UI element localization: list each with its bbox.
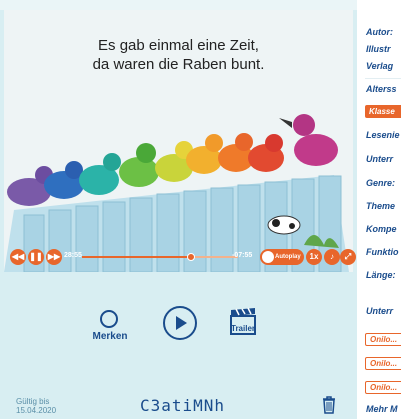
caption-line-2: da waren die Raben bunt. bbox=[92, 56, 265, 73]
book-card: Es gab einmal eine Zeit, da waren die Ra… bbox=[0, 0, 357, 419]
speed-button[interactable]: 1x bbox=[306, 249, 322, 265]
detail-publisher: Verlag bbox=[366, 61, 394, 71]
detail-age: Alterss bbox=[366, 84, 397, 94]
trash-button[interactable] bbox=[322, 396, 336, 414]
detail-author: Autor: bbox=[366, 27, 393, 37]
details-panel: Autor: Illustr Verlag Alterss Klasse Les… bbox=[357, 0, 401, 419]
app-root: Es gab einmal eine Zeit, da waren die Ra… bbox=[0, 0, 401, 419]
progress-track[interactable] bbox=[82, 253, 238, 261]
bookmark-circle-icon bbox=[100, 310, 118, 328]
onilo-pill-1[interactable]: Onilo... bbox=[365, 333, 401, 346]
detail-length: Länge: bbox=[366, 270, 396, 280]
play-button[interactable] bbox=[163, 306, 197, 340]
detail-competence: Kompe bbox=[366, 224, 397, 234]
detail-genre: Genre: bbox=[366, 178, 396, 188]
remaining-time: -07:55 bbox=[232, 252, 253, 259]
progress-fill bbox=[82, 256, 192, 258]
autoplay-toggle-knob bbox=[262, 251, 274, 263]
more-link[interactable]: Mehr M bbox=[366, 404, 398, 414]
access-code: C3atiMNh bbox=[140, 396, 226, 415]
merken-label: Merken bbox=[92, 331, 128, 342]
skip-forward-icon[interactable]: ▶▶ bbox=[46, 249, 62, 265]
onilo-pill-3[interactable]: Onilo... bbox=[365, 381, 401, 394]
trailer-button[interactable]: Trailer bbox=[229, 306, 257, 336]
autoplay-label: Autoplay bbox=[275, 254, 301, 260]
speed-label: 1x bbox=[309, 252, 319, 261]
skip-back-icon[interactable]: ◀◀ bbox=[10, 249, 26, 265]
detail-materials: Unterr bbox=[366, 306, 394, 316]
cow-peeking bbox=[267, 215, 301, 235]
divider bbox=[365, 78, 401, 79]
trailer-label: Trailer bbox=[231, 324, 256, 333]
progress-handle[interactable] bbox=[187, 253, 196, 261]
pause-icon[interactable]: ❚❚ bbox=[28, 249, 44, 265]
valid-until: Gültig bis 15.04.2020 bbox=[16, 397, 56, 415]
valid-until-date: 15.04.2020 bbox=[16, 406, 57, 415]
detail-reading-level: Lesenie bbox=[366, 130, 400, 140]
valid-until-label: Gültig bis bbox=[16, 397, 50, 406]
detail-subject: Unterr bbox=[366, 154, 394, 164]
fullscreen-icon[interactable]: ⤢ bbox=[340, 249, 356, 265]
player-bar: ◀◀ ❚❚ ▶▶ 28:55 -07:55 Autoplay 1x ♪ ⤢ bbox=[4, 244, 356, 272]
elapsed-time: 28:55 bbox=[64, 252, 82, 259]
trash-icon bbox=[323, 396, 335, 414]
onilo-pill-2[interactable]: Onilo... bbox=[365, 357, 401, 370]
play-icon bbox=[176, 316, 187, 330]
top-strip bbox=[0, 0, 357, 10]
book-caption: Es gab einmal eine Zeit, da waren die Ra… bbox=[4, 36, 353, 74]
detail-illustrator: Illustr bbox=[366, 44, 391, 54]
detail-function: Funktio bbox=[366, 247, 399, 257]
detail-themes: Theme bbox=[366, 201, 396, 211]
class-tag[interactable]: Klasse bbox=[365, 105, 401, 118]
caption-line-1: Es gab einmal eine Zeit, bbox=[98, 37, 259, 54]
autoplay-toggle[interactable]: Autoplay bbox=[260, 249, 304, 265]
volume-icon[interactable]: ♪ bbox=[324, 249, 340, 265]
book-illustration[interactable]: Es gab einmal eine Zeit, da waren die Ra… bbox=[4, 10, 353, 272]
